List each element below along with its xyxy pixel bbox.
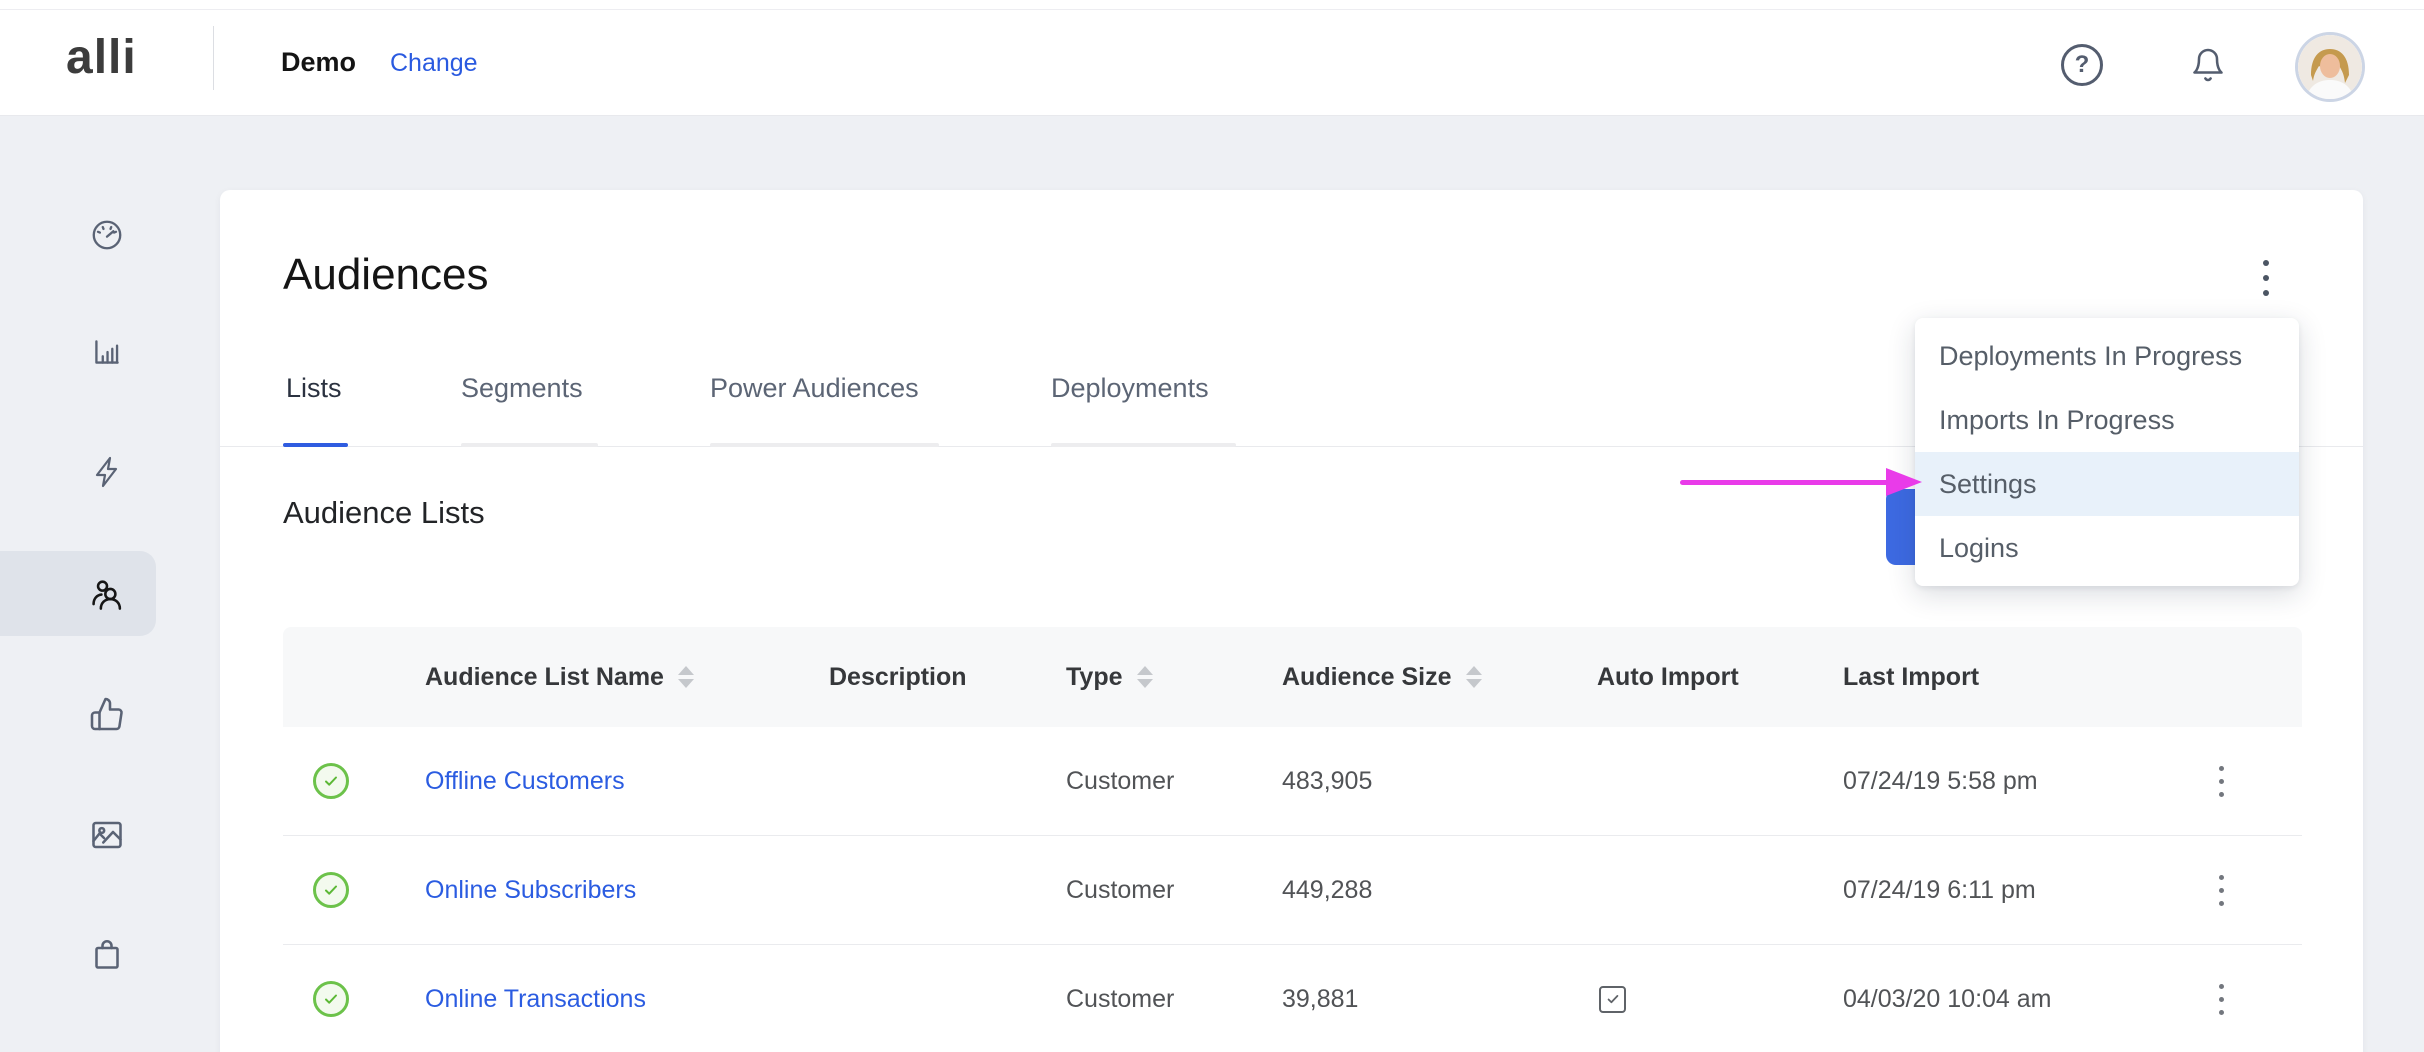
cell-last-import: 07/24/19 5:58 pm [1843,767,2180,796]
account-name: Demo [281,47,356,78]
tab-underline [710,443,939,447]
table-row: Online Subscribers Customer 449,288 07/2… [283,836,2302,945]
sort-icon[interactable] [1466,666,1482,688]
sort-icon[interactable] [678,666,694,688]
active-nav-highlight [0,551,156,636]
bar-chart-icon[interactable] [85,330,129,374]
header-divider [213,26,214,90]
cell-last-import: 07/24/19 6:11 pm [1843,876,2180,905]
table-row: Offline Customers Customer 483,905 07/24… [283,727,2302,836]
annotation-arrow-head-icon [1886,468,1922,496]
column-header-auto-import: Auto Import [1597,663,1843,692]
menu-item-logins[interactable]: Logins [1915,516,2299,580]
top-header: alli Demo Change ? [0,0,2424,116]
tab-underline [461,443,598,447]
cell-type: Customer [1066,876,1282,905]
cell-auto-import [1597,986,1843,1013]
column-header-last-import: Last Import [1843,663,2180,692]
active-tab-underline [283,443,348,447]
card-options-menu: Deployments In Progress Imports In Progr… [1915,318,2299,586]
tab-underline [1051,443,1236,447]
audience-list-link[interactable]: Online Transactions [425,985,646,1013]
left-nav-rail [0,116,156,1052]
lightning-icon[interactable] [85,450,129,494]
table-header-row: Audience List Name Description Type Audi… [283,627,2302,727]
dashboard-gauge-icon[interactable] [85,213,129,257]
column-header-type: Type [1066,663,1282,692]
sort-icon[interactable] [1137,666,1153,688]
status-ready-icon [313,981,349,1017]
cell-size: 449,288 [1282,876,1597,905]
help-icon[interactable]: ? [2061,44,2103,86]
cell-size: 483,905 [1282,767,1597,796]
shopping-bag-icon[interactable] [85,932,129,976]
change-account-link[interactable]: Change [390,49,478,78]
card-options-kebab-icon[interactable] [2254,256,2278,300]
row-actions-kebab-icon[interactable] [2208,867,2234,913]
audiences-people-icon[interactable] [85,572,129,616]
app-logo: alli [66,30,137,85]
image-icon[interactable] [85,813,129,857]
cell-type: Customer [1066,767,1282,796]
menu-item-imports-in-progress[interactable]: Imports In Progress [1915,388,2299,452]
menu-item-settings[interactable]: Settings [1915,452,2299,516]
audience-list-link[interactable]: Online Subscribers [425,876,636,904]
page-title: Audiences [283,250,488,300]
cell-size: 39,881 [1282,985,1597,1014]
menu-item-deployments-in-progress[interactable]: Deployments In Progress [1915,324,2299,388]
status-ready-icon [313,872,349,908]
cell-type: Customer [1066,985,1282,1014]
top-edge-line [0,9,2424,10]
user-avatar[interactable] [2298,35,2362,99]
column-header-name: Audience List Name [425,663,829,692]
audience-list-link[interactable]: Offline Customers [425,767,625,795]
section-title: Audience Lists [283,495,485,531]
annotation-arrow-line [1680,480,1892,485]
tab-deployments[interactable]: Deployments [1051,373,1209,404]
notifications-bell-icon[interactable] [2190,46,2226,84]
audience-lists-table: Audience List Name Description Type Audi… [283,627,2302,1052]
cell-last-import: 04/03/20 10:04 am [1843,985,2180,1014]
table-row: Online Transactions Customer 39,881 04/0… [283,945,2302,1052]
tab-power-audiences[interactable]: Power Audiences [710,373,919,404]
auto-import-checkbox-checked[interactable] [1599,986,1626,1013]
status-ready-icon [313,763,349,799]
thumbs-up-icon[interactable] [85,692,129,736]
row-actions-kebab-icon[interactable] [2208,976,2234,1022]
row-actions-kebab-icon[interactable] [2208,758,2234,804]
tab-lists[interactable]: Lists [286,373,342,404]
column-header-size: Audience Size [1282,663,1597,692]
tab-segments[interactable]: Segments [461,373,583,404]
column-header-description: Description [829,663,1066,692]
